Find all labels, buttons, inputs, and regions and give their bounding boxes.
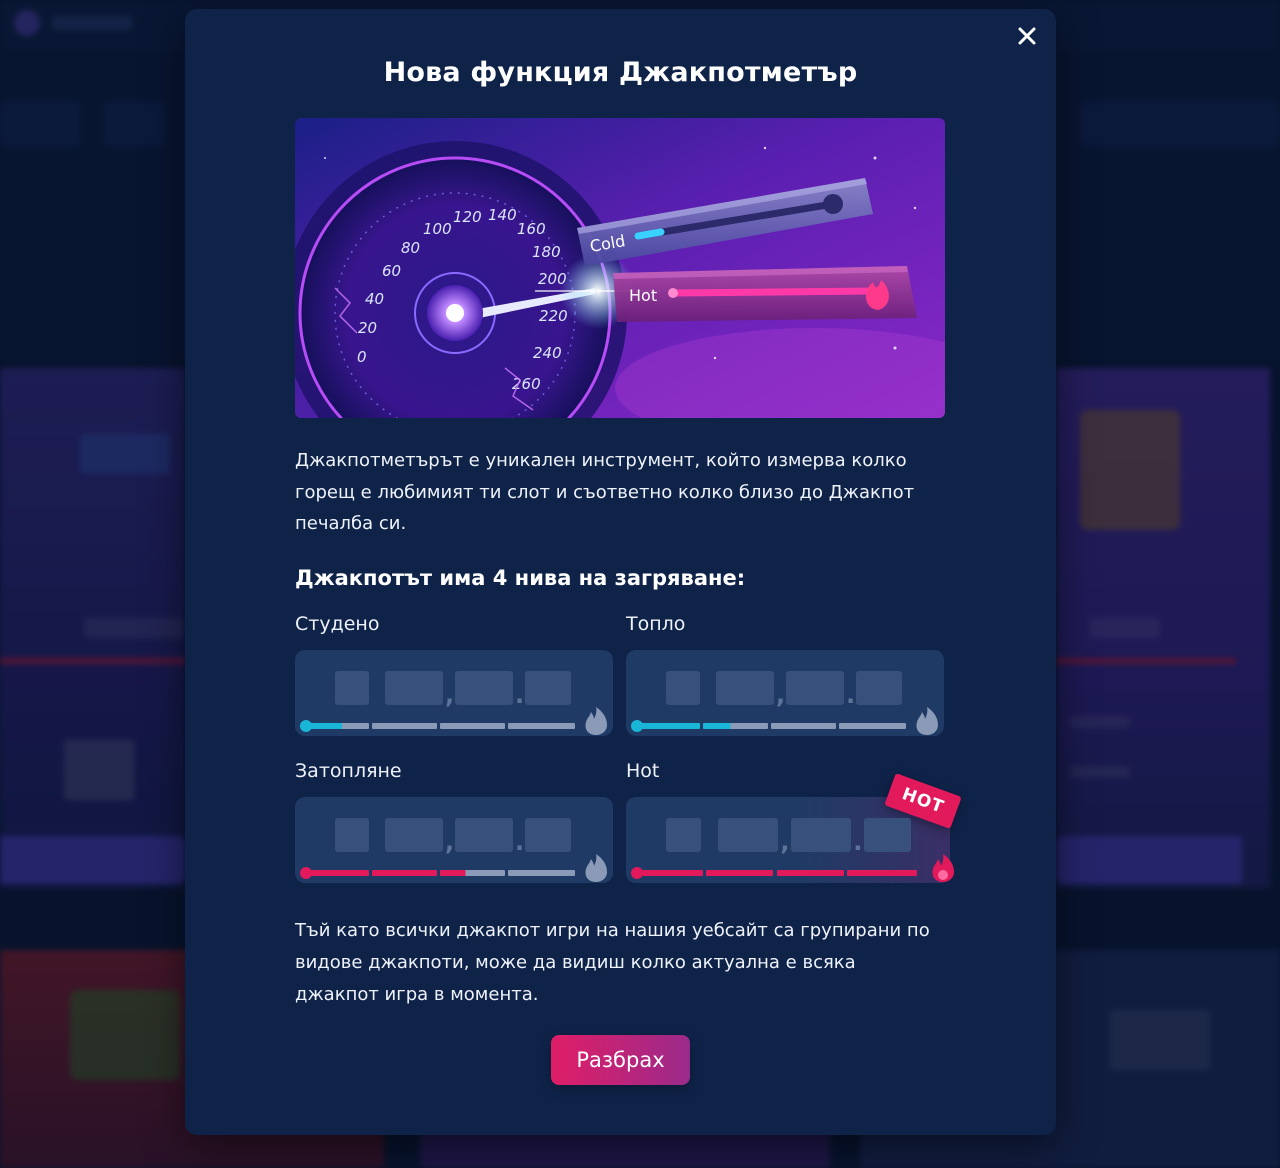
heat-progress-bar — [300, 867, 575, 879]
dial-number: 140 — [488, 206, 517, 224]
digit-separator: , — [445, 681, 455, 709]
digit-block — [455, 818, 513, 852]
heat-progress-bar — [631, 867, 917, 879]
progress-segment — [776, 870, 845, 876]
digit-block — [335, 818, 369, 852]
progress-segment — [372, 870, 437, 876]
progress-start-dot — [300, 867, 312, 879]
dial-number: 120 — [453, 208, 482, 226]
dial-number: 180 — [532, 243, 561, 261]
dial-number: 0 — [357, 348, 367, 366]
dial-number: 100 — [423, 220, 452, 238]
digit-block — [790, 818, 852, 852]
digit-block — [718, 818, 779, 852]
digit-separator: , — [780, 828, 790, 856]
jackpot-meter: ,. — [295, 797, 613, 883]
level-card-warm: Топло ,. — [626, 613, 944, 736]
heat-progress-bar — [300, 720, 575, 732]
dial-number: 240 — [533, 344, 562, 362]
close-icon — [1018, 27, 1036, 45]
digit-block — [856, 671, 902, 705]
progress-segment — [508, 723, 575, 729]
digit-block — [863, 818, 912, 852]
hot-slider-illustration: Hot — [613, 266, 917, 322]
flame-icon — [585, 854, 607, 882]
digit-block — [335, 671, 369, 705]
intro-text: Джакпотметърът е уникален инструмент, ко… — [295, 450, 915, 534]
level-label: Затопляне — [295, 760, 402, 782]
dial-number: 80 — [401, 239, 420, 257]
progress-segment — [705, 870, 774, 876]
progress-segment — [372, 723, 437, 729]
digit-block — [716, 671, 774, 705]
level-card-heating: Затопляне ,. — [295, 760, 613, 883]
progress-start-dot — [300, 720, 312, 732]
outro-text: Тъй като всички джакпот игри на нашия уе… — [295, 920, 930, 1005]
digit-block — [666, 671, 700, 705]
level-label: Студено — [295, 613, 380, 635]
digit-block — [666, 818, 702, 852]
dial-number: 20 — [358, 319, 377, 337]
progress-segment — [703, 723, 768, 729]
close-button[interactable] — [1012, 21, 1042, 51]
flame-icon — [932, 854, 954, 882]
digit-separator: . — [515, 828, 525, 856]
progress-segment — [839, 723, 906, 729]
digit-block — [455, 671, 513, 705]
progress-segment — [440, 870, 505, 876]
level-card-hot: Hot HOT ,. — [626, 760, 962, 883]
progress-start-dot — [631, 867, 643, 879]
hot-label: Hot — [629, 286, 657, 305]
hero-image: 0 20 40 60 80 100 120 140 160 180 200 22… — [295, 118, 945, 418]
flame-icon — [585, 707, 607, 735]
digit-separator: , — [776, 681, 786, 709]
jackpot-meter: ,. — [295, 650, 613, 736]
confirm-button[interactable]: Разбрах — [551, 1035, 690, 1085]
dial-number: 60 — [382, 262, 401, 280]
digit-block — [786, 671, 844, 705]
digit-separator: . — [515, 681, 525, 709]
digit-separator: . — [853, 828, 863, 856]
level-card-cold: Студено ,. — [295, 613, 613, 736]
modal-title: Нова функция Джакпотметър — [383, 57, 858, 88]
digit-block — [385, 818, 443, 852]
progress-segment — [440, 723, 505, 729]
flame-icon — [916, 707, 938, 735]
jackpot-meter: ,. — [626, 650, 944, 736]
dial-number: 220 — [539, 307, 568, 325]
heat-progress-bar — [631, 720, 906, 732]
jackpotmeter-modal: Нова функция Джакпотметър 0 20 40 60 80 … — [185, 9, 1056, 1135]
level-label: Топло — [626, 613, 686, 635]
dial-number: 160 — [517, 220, 546, 238]
digit-separator: , — [445, 828, 455, 856]
progress-segment — [847, 870, 917, 876]
digit-block — [525, 671, 571, 705]
digit-block — [525, 818, 571, 852]
jackpot-meter: HOT ,. — [626, 773, 962, 883]
progress-start-dot — [631, 720, 643, 732]
progress-segment — [771, 723, 836, 729]
dial-number: 40 — [365, 290, 384, 308]
digit-block — [385, 671, 443, 705]
progress-segment — [508, 870, 575, 876]
digit-separator: . — [846, 681, 856, 709]
levels-heading: Джакпотът има 4 нива на загряване: — [295, 566, 746, 590]
